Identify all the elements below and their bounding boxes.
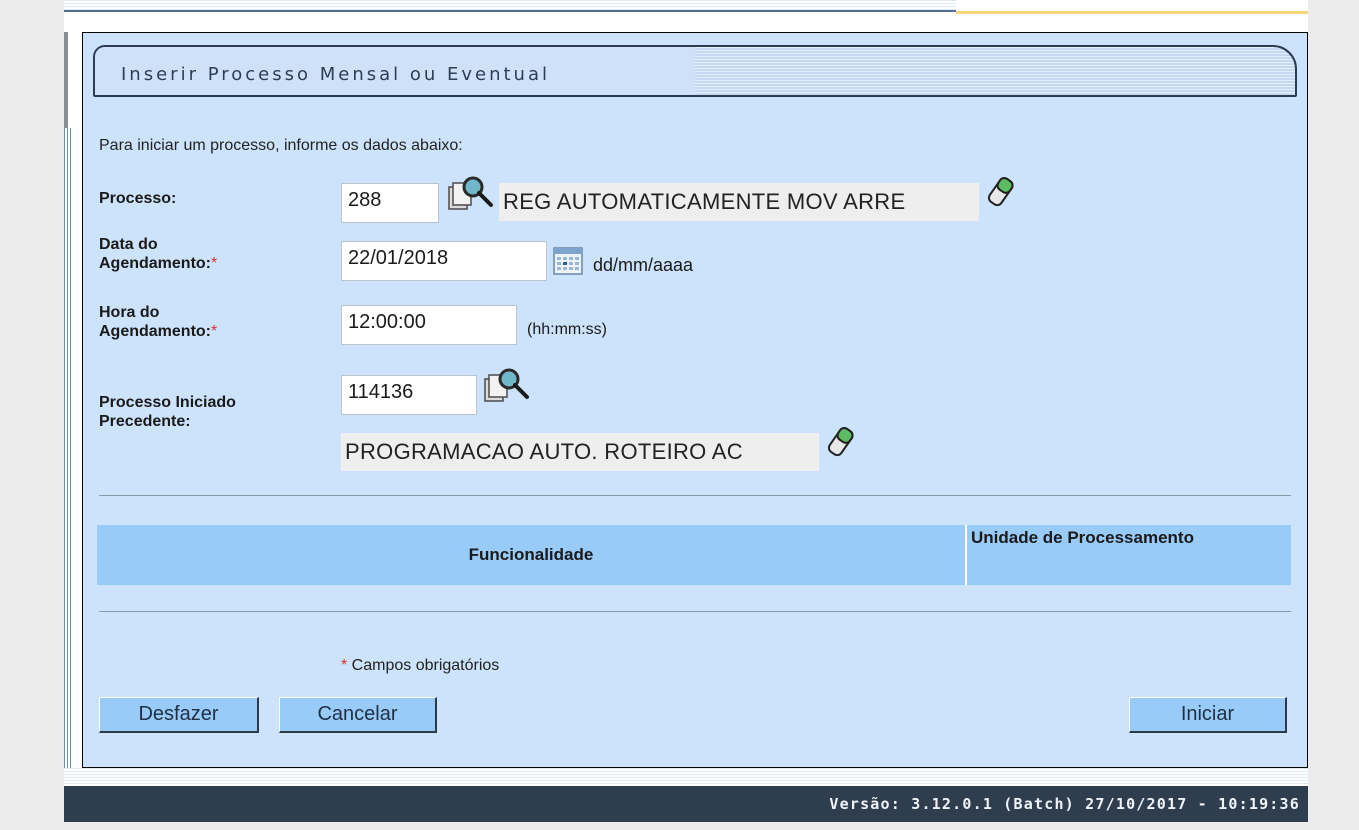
processo-input[interactable]: 288	[341, 183, 439, 223]
divider-top	[99, 495, 1291, 496]
column-header-funcionalidade: Funcionalidade	[97, 525, 967, 585]
cancel-button[interactable]: Cancelar	[279, 697, 437, 733]
processo-precedente-input[interactable]: 114136	[341, 375, 477, 415]
panel-title-bar: Inserir Processo Mensal ou Eventual	[93, 45, 1297, 97]
data-agendamento-label: Data do Agendamento:*	[99, 235, 217, 273]
left-stripes	[64, 128, 72, 768]
data-agendamento-label-text: Agendamento:	[99, 255, 211, 272]
processo-precedente-description: PROGRAMACAO AUTO. ROTEIRO AC	[341, 433, 819, 471]
data-agendamento-label-line1: Data do	[99, 236, 158, 253]
processo-precedente-label: Processo Iniciado Precedente:	[99, 393, 236, 431]
form-panel: Inserir Processo Mensal ou Eventual Para…	[82, 32, 1308, 768]
left-rule	[64, 32, 68, 128]
footer-stripes	[64, 768, 1308, 786]
version-footer: Versão: 3.12.0.1 (Batch) 27/10/2017 - 10…	[64, 786, 1308, 822]
version-text: Versão: 3.12.0.1 (Batch) 27/10/2017 - 10…	[829, 795, 1300, 813]
instruction-text: Para iniciar um processo, informe os dad…	[99, 137, 463, 154]
undo-button[interactable]: Desfazer	[99, 697, 259, 733]
data-agendamento-label-line2: Agendamento:*	[99, 254, 217, 273]
grid-header: Funcionalidade Unidade de Processamento	[97, 525, 1291, 585]
eraser-icon[interactable]	[825, 425, 857, 466]
required-mark: *	[211, 255, 218, 272]
required-note-text: Campos obrigatórios	[347, 657, 500, 674]
hora-agendamento-label-line2: Agendamento:*	[99, 322, 217, 341]
time-format-hint: (hh:mm:ss)	[527, 321, 607, 338]
search-icon[interactable]	[447, 173, 495, 222]
search-icon[interactable]	[483, 365, 531, 414]
data-agendamento-input[interactable]: 22/01/2018	[341, 241, 547, 281]
top-decorative-line	[64, 0, 956, 12]
hora-agendamento-label: Hora do Agendamento:*	[99, 303, 217, 341]
column-header-unidade: Unidade de Processamento	[971, 528, 1194, 547]
eraser-icon[interactable]	[985, 175, 1017, 216]
window-frame: Inserir Processo Mensal ou Eventual Para…	[0, 0, 1359, 830]
start-button[interactable]: Iniciar	[1129, 697, 1287, 733]
top-accent-line	[956, 0, 1308, 14]
panel-title: Inserir Processo Mensal ou Eventual	[121, 64, 550, 85]
processo-precedente-label-line2: Precedente:	[99, 413, 191, 430]
hora-agendamento-label-text: Agendamento:	[99, 323, 211, 340]
calendar-icon[interactable]	[553, 247, 583, 280]
divider-bottom	[99, 611, 1291, 612]
required-mark: *	[211, 323, 218, 340]
hora-agendamento-label-line1: Hora do	[99, 304, 160, 321]
processo-precedente-label-line1: Processo Iniciado	[99, 394, 236, 411]
required-fields-note: * Campos obrigatórios	[341, 657, 499, 675]
hora-agendamento-input[interactable]: 12:00:00	[341, 305, 517, 345]
processo-label: Processo:	[99, 190, 177, 207]
date-format-hint: dd/mm/aaaa	[593, 255, 694, 275]
processo-description: REG AUTOMATICAMENTE MOV ARRE	[499, 183, 979, 221]
